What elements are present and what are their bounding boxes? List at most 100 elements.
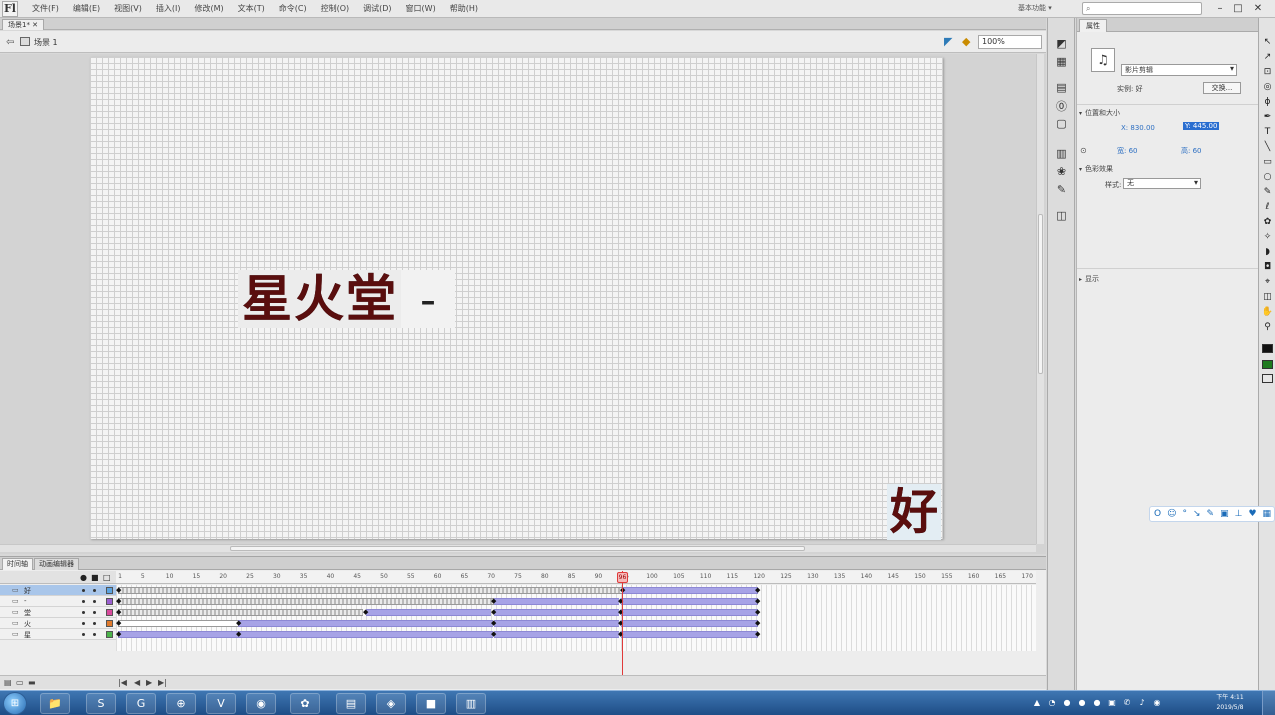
tray-app-icon[interactable]: ● <box>1092 698 1102 708</box>
visibility-dot[interactable] <box>82 633 85 636</box>
motion-tween-segment[interactable] <box>623 587 758 594</box>
layer-row[interactable]: ▭ 好 <box>0 585 116 596</box>
taskbar-app-button[interactable]: G <box>126 693 156 714</box>
hscroll-thumb[interactable] <box>230 546 805 551</box>
taskbar-app-button[interactable]: ▤ <box>336 693 366 714</box>
ime-icon[interactable]: ♥ <box>1248 509 1256 519</box>
align-panel-icon[interactable]: ▤ <box>1054 80 1069 95</box>
help-search-input[interactable]: ⌕ <box>1082 2 1202 15</box>
outline-color-swatch[interactable] <box>106 631 113 638</box>
taskbar-app-button[interactable]: ◈ <box>376 693 406 714</box>
zoom-tool-icon[interactable]: ⚲ <box>1261 321 1274 333</box>
ime-icon[interactable]: O <box>1154 509 1161 519</box>
x-position-field[interactable]: X: 830.00 <box>1121 124 1155 132</box>
keyframe-marker[interactable]: ◆ <box>491 598 496 605</box>
layer-row[interactable]: ▭ - <box>0 596 116 607</box>
back-arrow-icon[interactable]: ⇦ <box>6 37 14 48</box>
outline-color-swatch[interactable] <box>106 620 113 627</box>
text-tool-icon[interactable]: T <box>1261 126 1274 138</box>
keyframe-marker[interactable]: ◆ <box>755 598 760 605</box>
tray-app-icon[interactable]: ● <box>1077 698 1087 708</box>
line-tool-icon[interactable]: ╲ <box>1261 141 1274 153</box>
instance-type-select[interactable]: 影片剪辑 <box>1121 64 1237 76</box>
lock-ratio-icon[interactable]: ⊙ <box>1080 146 1087 155</box>
components-panel-icon[interactable]: ❀ <box>1054 164 1069 179</box>
eraser-tool-icon[interactable]: ◫ <box>1261 291 1274 303</box>
free-transform-tool-icon[interactable]: ⊡ <box>1261 66 1274 78</box>
tab-timeline[interactable]: 时间轴 <box>2 558 33 570</box>
keyframe-marker[interactable]: ◆ <box>755 620 760 627</box>
maximize-button[interactable]: □ <box>1230 1 1246 15</box>
motion-tween-segment[interactable] <box>494 609 619 616</box>
static-frames-segment[interactable] <box>118 620 238 627</box>
selection-tool-icon[interactable]: ↖ <box>1261 36 1274 48</box>
motion-tween-segment[interactable] <box>621 609 758 616</box>
stage[interactable]: 星火堂 - 好 <box>90 57 943 540</box>
motion-tween-segment[interactable] <box>494 620 619 627</box>
frame-ruler[interactable]: 1510152025303540455055606570758085909510… <box>116 571 1060 584</box>
shape-tween-segment[interactable] <box>118 609 363 616</box>
prev-frame-icon[interactable]: ◀ <box>134 678 140 687</box>
first-frame-icon[interactable]: |◀ <box>118 678 127 687</box>
menu-insert[interactable]: 插入(I) <box>156 3 181 14</box>
motion-tween-segment[interactable] <box>238 620 493 627</box>
taskbar-app-button[interactable]: 📁 <box>40 693 70 714</box>
document-tab[interactable]: 场景1* ✕ <box>2 19 45 30</box>
new-folder-icon[interactable]: ▭ <box>16 678 24 687</box>
stage-horizontal-scrollbar[interactable] <box>0 544 1036 552</box>
keyframe-marker[interactable]: ◆ <box>491 609 496 616</box>
fill-color-swatch[interactable] <box>1262 360 1273 369</box>
shape-tween-segment[interactable] <box>118 587 623 594</box>
paint-bucket-tool-icon[interactable]: ◗ <box>1261 246 1274 258</box>
tab-motion-editor[interactable]: 动画编辑器 <box>34 558 79 570</box>
taskbar-app-button[interactable]: ✿ <box>290 693 320 714</box>
show-hidden-icons-icon[interactable]: ▲ <box>1032 698 1042 708</box>
hand-tool-icon[interactable]: ✋ <box>1261 306 1274 318</box>
eyedropper-tool-icon[interactable]: ⌖ <box>1261 276 1274 288</box>
menu-file[interactable]: 文件(F) <box>32 3 59 14</box>
antivirus-icon[interactable]: ◉ <box>1152 698 1162 708</box>
motion-tween-segment[interactable] <box>621 620 758 627</box>
menu-text[interactable]: 文本(T) <box>238 3 265 14</box>
deco-tool-icon[interactable]: ✿ <box>1261 216 1274 228</box>
zoom-select[interactable]: 100% <box>978 35 1042 49</box>
pen-tool-icon[interactable]: ✒ <box>1261 111 1274 123</box>
phone-icon[interactable]: ✆ <box>1122 698 1132 708</box>
taskbar-app-button[interactable]: ▥ <box>456 693 486 714</box>
taskbar-app-button[interactable]: ◉ <box>246 693 276 714</box>
menu-edit[interactable]: 编辑(E) <box>73 3 100 14</box>
outline-icon[interactable]: □ <box>103 573 111 582</box>
clock[interactable]: 下午 4:11 2019/5/8 <box>1210 693 1250 713</box>
visibility-dot[interactable] <box>82 622 85 625</box>
visibility-dot[interactable] <box>82 611 85 614</box>
motion-tween-segment[interactable] <box>238 631 493 638</box>
minimize-button[interactable]: – <box>1212 1 1228 15</box>
close-button[interactable]: ✕ <box>1250 1 1266 15</box>
rectangle-tool-icon[interactable]: ▭ <box>1261 156 1274 168</box>
tray-app-icon[interactable]: ● <box>1062 698 1072 708</box>
oval-tool-icon[interactable]: ○ <box>1261 171 1274 183</box>
swap-button[interactable]: 交换... <box>1203 82 1241 94</box>
taskbar-app-button[interactable]: ■ <box>416 693 446 714</box>
frame-grid[interactable]: ◆ ◆ ◆ ◆ ◆ ◆ ◆ ◆ ◆ ◆ ◆ ◆ ◆ ◆ ◆ ◆ ◆ ◆ ◆ ◆ … <box>116 585 1036 651</box>
outline-color-swatch[interactable] <box>106 609 113 616</box>
info-panel-icon[interactable]: ⓪ <box>1054 98 1069 113</box>
keyframe-marker[interactable]: ◆ <box>116 631 121 638</box>
eye-icon[interactable]: ● <box>80 573 87 582</box>
section-position-size[interactable]: ▾ 位置和大小 <box>1079 108 1120 118</box>
keyframe-marker[interactable]: ◆ <box>116 587 121 594</box>
menu-control[interactable]: 控制(O) <box>321 3 350 14</box>
scene-label[interactable]: 场景 1 <box>34 37 58 48</box>
playhead-handle[interactable]: 96 <box>617 572 628 583</box>
keyframe-marker[interactable]: ◆ <box>116 609 121 616</box>
layer-row[interactable]: ▭ 星 <box>0 629 116 640</box>
edit-symbol-icon[interactable]: ◆ <box>962 35 974 48</box>
motion-tween-segment[interactable] <box>118 631 238 638</box>
edit-scene-icon[interactable]: ◤ <box>944 35 956 48</box>
lock-dot[interactable] <box>93 622 96 625</box>
keyframe-marker[interactable]: ◆ <box>491 620 496 627</box>
motion-tween-segment[interactable] <box>366 609 491 616</box>
section-color-effect[interactable]: ▾ 色彩效果 <box>1079 164 1113 174</box>
keyframe-marker[interactable]: ◆ <box>116 620 121 627</box>
motion-tween-segment[interactable] <box>494 598 619 605</box>
